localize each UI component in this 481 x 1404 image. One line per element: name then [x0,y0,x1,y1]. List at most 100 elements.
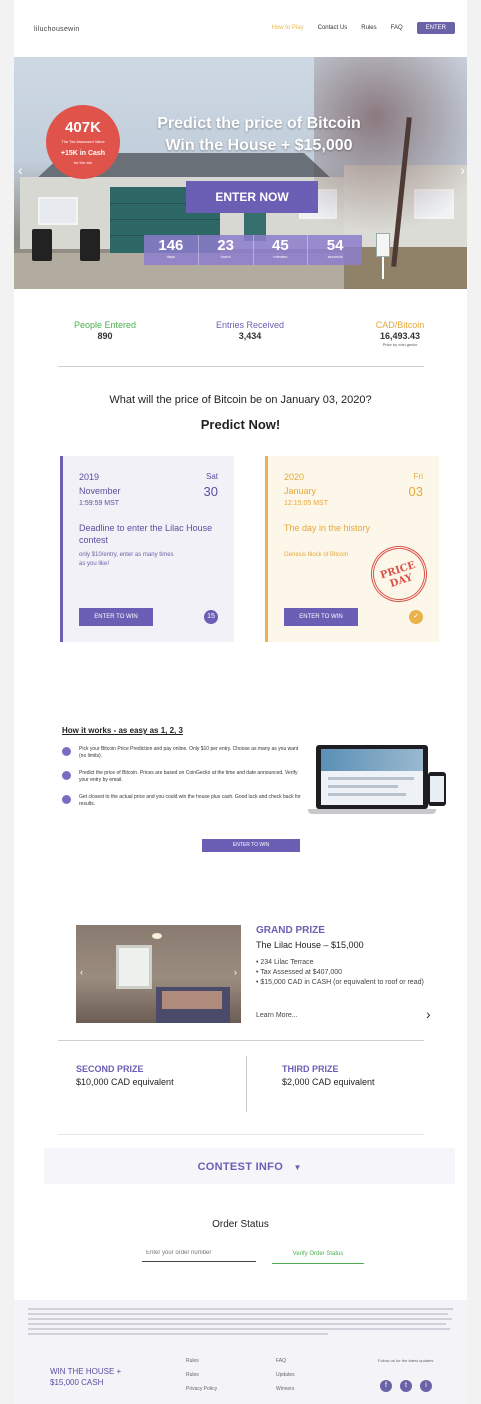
card-time: 12:15:05 MST [284,500,328,507]
footer-link[interactable]: FAQ [276,1358,286,1364]
fine-print-line [28,1318,452,1320]
order-status-title: Order Status [212,1219,269,1230]
stat-value: 890 [97,331,113,341]
laptop-screen-hero [321,749,423,771]
fine-print-line [28,1313,448,1315]
sign-post [382,257,384,279]
laptop-screen-row [328,777,414,780]
contest-info-toggle[interactable]: CONTEST INFO ▼ [44,1148,455,1184]
deadline-card: 2019 Sat November 30 1:59:59 MST Deadlin… [60,456,234,642]
second-prize-label: SECOND PRIZE [76,1064,144,1074]
stat-value: 16,493.43 [379,331,421,341]
card-year: 2020 [284,472,305,482]
stat-entries-received: Entries Received 3,434 [200,320,300,341]
step-bullet-icon [62,795,71,804]
how-step: Get closest to the actual price and you … [62,794,302,808]
card-weekday: Fri [413,472,423,481]
countdown-days: 146 days [144,235,199,265]
stat-people-entered: People Entered 890 [60,320,150,341]
garbage-bin [80,229,100,261]
page: liluchousewin How to Play Contact Us Rul… [14,0,467,1404]
twitter-icon[interactable]: t [400,1380,412,1392]
grand-prize-detail: • $15,000 CAD in CASH (or equivalent to … [256,979,424,986]
countdown-unit: seconds [327,254,343,259]
hero-title: Predict the price of Bitcoin [157,115,361,132]
countdown-unit: minutes [273,254,288,259]
card-time: 1:59:59 MST [79,500,120,507]
divider [58,366,424,367]
nav-link-rules[interactable]: Rules [361,25,376,31]
divider [58,1134,424,1135]
chevron-right-icon[interactable]: › [460,162,465,178]
facebook-icon[interactable]: f [380,1380,392,1392]
laptop-base [308,809,436,814]
vertical-divider [246,1056,247,1112]
lilac-tree [314,57,467,257]
chevron-left-icon[interactable]: ‹ [80,967,83,977]
chevron-left-icon[interactable]: ‹ [18,162,23,178]
how-enter-to-win-button[interactable]: ENTER TO WIN [202,839,300,852]
enter-now-button[interactable]: ENTER NOW [186,181,318,213]
stat-value: 3,434 [238,331,262,341]
footer-link[interactable]: Updates [276,1372,295,1378]
card-heading: The day in the history [284,523,371,533]
instagram-icon[interactable]: i [420,1380,432,1392]
stat-label: Entries Received [215,320,285,330]
countdown-value: 54 [326,237,344,254]
footer-link[interactable]: Rules [186,1372,199,1378]
card-day: 03 [408,484,423,499]
contest-info-label: CONTEST INFO [197,1161,284,1173]
nav-enter-button[interactable]: ENTER [416,22,455,34]
fine-print-line [28,1308,453,1310]
room-window [116,945,152,989]
step-text: Get closest to the actual price and you … [79,794,301,807]
card-year: 2019 [79,472,100,482]
footer-link[interactable]: Winners [276,1386,294,1392]
footer-link[interactable]: Privacy Policy [186,1386,217,1392]
nav-link-how-to-play[interactable]: How to Play [272,25,304,31]
grand-prize-photo: ‹ › [76,925,241,1023]
nav-link-faq[interactable]: FAQ [391,25,403,31]
countdown-value: 146 [158,237,184,254]
brand-logo[interactable]: liluchousewin [34,26,80,33]
grand-prize-label: GRAND PRIZE [256,925,325,936]
badge-note: for the win [73,160,93,165]
badge-cash: +15K in Cash [60,150,106,157]
card-body: Genesis block of Bitcoin [284,552,349,558]
enter-to-win-button[interactable]: ENTER TO WIN [79,608,153,626]
divider [58,1040,424,1041]
laptop-mockup [316,745,428,809]
second-prize-value: $10,000 CAD equivalent [76,1077,174,1087]
countdown-value: 23 [217,237,234,254]
house-window [38,197,78,225]
stat-label: CAD/Bitcoin [375,320,425,330]
footer-link[interactable]: Rules [186,1358,199,1364]
countdown-unit: days [166,254,176,259]
card-month: November [79,486,121,496]
enter-to-win-button[interactable]: ENTER TO WIN [284,608,358,626]
footer-brand: WIN THE HOUSE + $15,000 CASH [50,1367,122,1387]
learn-more-link[interactable]: Learn More... [256,1012,298,1019]
verify-order-button[interactable]: Verify Order Status [272,1244,364,1264]
chevron-right-icon[interactable]: › [426,1006,431,1022]
laptop-screen-row [328,785,398,788]
garage-panel-line [110,219,220,220]
chevron-right-icon[interactable]: › [234,967,237,977]
top-nav: liluchousewin How to Play Contact Us Rul… [14,0,467,56]
grand-prize-title: The Lilac House – $15,000 [256,940,364,950]
laptop-screen-row [328,793,406,796]
price-day-stamp: PRICE DAY [363,538,435,610]
nav-link-contact[interactable]: Contact Us [318,25,348,31]
second-prize: SECOND PRIZE $10,000 CAD equivalent [76,1064,174,1087]
grand-prize-details: • 234 Lilac Terrace • Tax Assessed at $4… [256,958,426,988]
calendar-icon: 15 [204,610,218,624]
ceiling-lamp [152,933,162,939]
grand-prize-detail: • 234 Lilac Terrace [256,959,314,966]
order-number-input[interactable] [142,1244,256,1262]
check-icon: ✓ [409,610,423,624]
card-month: January [284,486,317,496]
fine-print-line [28,1333,328,1335]
stat-cad-bitcoin: CAD/Bitcoin 16,493.43 Price by coin.geck… [352,320,448,347]
countdown-seconds: 54 seconds [308,235,362,265]
step-text: Predict the price of Bitcoin. Prices are… [79,770,298,783]
